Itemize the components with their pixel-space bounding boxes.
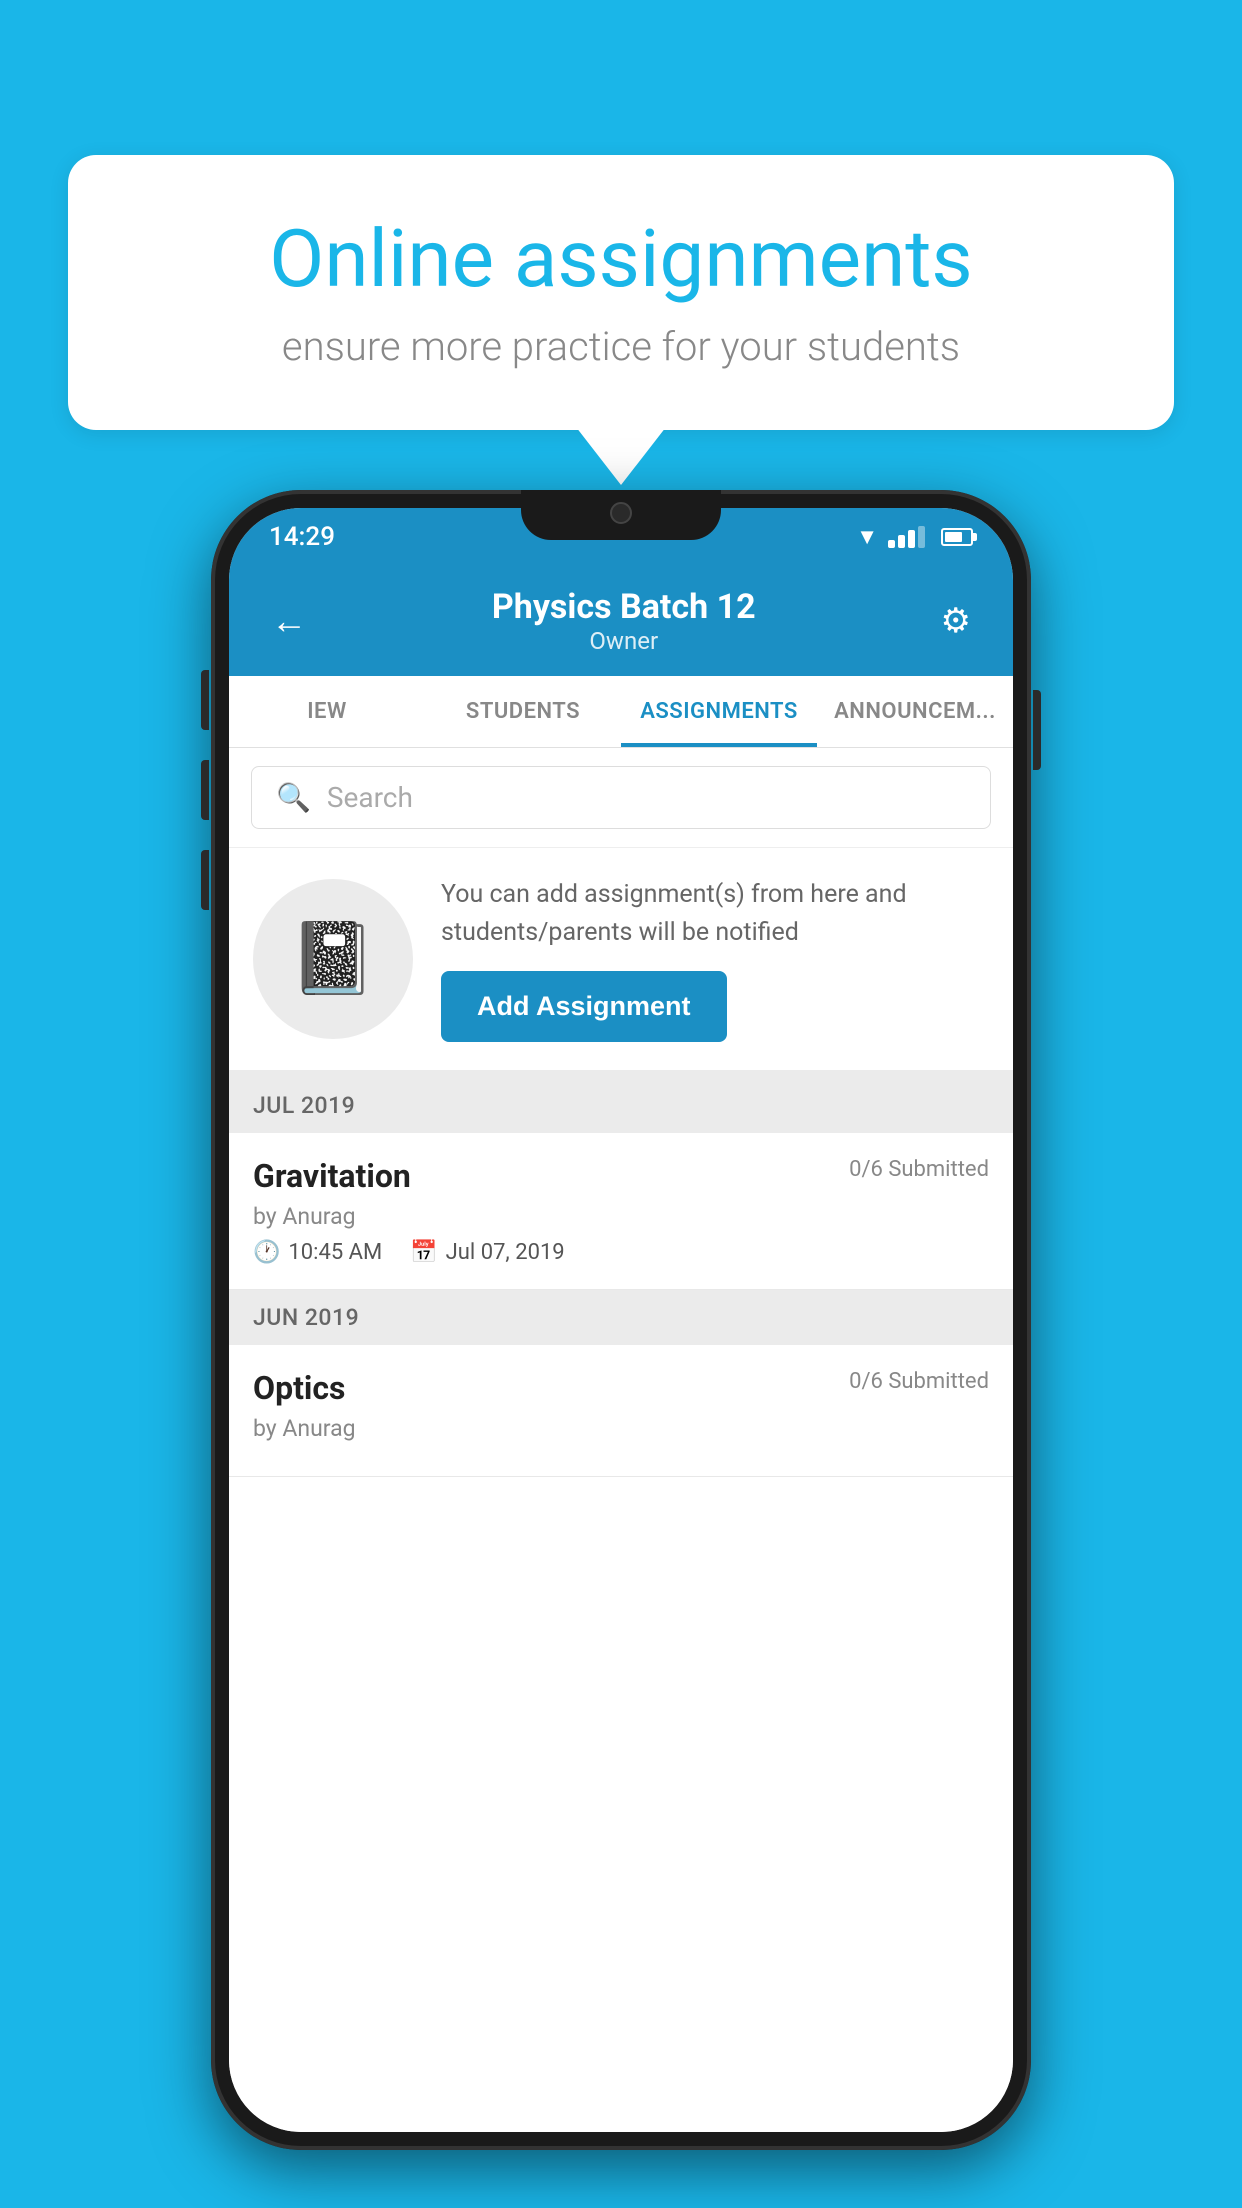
- promo-right: You can add assignment(s) from here and …: [441, 876, 989, 1042]
- search-bar[interactable]: 🔍 Search: [251, 766, 991, 829]
- assignment-name: Gravitation: [253, 1157, 411, 1195]
- signal-icon: [888, 526, 925, 548]
- power-button: [1033, 690, 1041, 770]
- header-subtitle: Owner: [317, 627, 931, 655]
- signal-bar-4: [918, 526, 925, 548]
- tab-students[interactable]: STUDENTS: [425, 676, 621, 747]
- promo-icon-circle: 📓: [253, 879, 413, 1039]
- settings-button[interactable]: ⚙: [931, 591, 981, 651]
- tabs-bar: IEW STUDENTS ASSIGNMENTS ANNOUNCEM...: [229, 676, 1013, 748]
- speech-bubble-container: Online assignments ensure more practice …: [68, 155, 1174, 430]
- assignment-submitted-optics: 0/6 Submitted: [849, 1369, 989, 1394]
- volume-up-button: [201, 670, 209, 730]
- phone-outer: 14:29 ▼: [211, 490, 1031, 2150]
- status-time: 14:29: [269, 522, 335, 552]
- app-header: ← Physics Batch 12 Owner ⚙: [229, 566, 1013, 676]
- speech-bubble-subtitle: ensure more practice for your students: [138, 323, 1104, 370]
- assignment-top: Gravitation 0/6 Submitted: [253, 1157, 989, 1195]
- status-icons: ▼: [856, 524, 973, 550]
- assignment-item-optics[interactable]: Optics 0/6 Submitted by Anurag: [229, 1345, 1013, 1477]
- tab-iew[interactable]: IEW: [229, 676, 425, 747]
- signal-bar-2: [898, 535, 905, 548]
- battery-fill: [945, 532, 962, 542]
- speech-bubble-title: Online assignments: [138, 215, 1104, 303]
- silent-button: [201, 850, 209, 910]
- back-button[interactable]: ←: [261, 590, 317, 652]
- assignment-submitted: 0/6 Submitted: [849, 1157, 989, 1182]
- search-container: 🔍 Search: [229, 748, 1013, 847]
- wifi-icon: ▼: [856, 524, 878, 550]
- header-center: Physics Batch 12 Owner: [317, 587, 931, 655]
- promo-text: You can add assignment(s) from here and …: [441, 876, 989, 951]
- battery-icon: [941, 528, 973, 546]
- assignment-top-optics: Optics 0/6 Submitted: [253, 1369, 989, 1407]
- signal-bar-3: [908, 530, 915, 548]
- speech-bubble: Online assignments ensure more practice …: [68, 155, 1174, 430]
- assignment-time: 🕐 10:45 AM: [253, 1240, 382, 1265]
- clock-icon: 🕐: [253, 1240, 280, 1265]
- tab-announcements[interactable]: ANNOUNCEM...: [817, 676, 1013, 747]
- assignment-author: by Anurag: [253, 1203, 989, 1230]
- assignment-meta: 🕐 10:45 AM 📅 Jul 07, 2019: [253, 1240, 989, 1265]
- assignment-author-optics: by Anurag: [253, 1415, 989, 1442]
- add-assignment-button[interactable]: Add Assignment: [441, 971, 727, 1042]
- phone-screen: 14:29 ▼: [229, 508, 1013, 2132]
- content-area: 🔍 Search 📓 You can add assignment(s) fro…: [229, 748, 1013, 2132]
- volume-down-button: [201, 760, 209, 820]
- section-header-jul: JUL 2019: [229, 1078, 1013, 1133]
- screen-content: 14:29 ▼: [229, 508, 1013, 2132]
- section-header-jun: JUN 2019: [229, 1290, 1013, 1345]
- assignment-date: 📅 Jul 07, 2019: [410, 1240, 564, 1265]
- search-icon: 🔍: [276, 781, 311, 814]
- notebook-icon: 📓: [289, 918, 376, 1000]
- search-placeholder: Search: [327, 781, 413, 814]
- assignment-item-gravitation[interactable]: Gravitation 0/6 Submitted by Anurag 🕐 10…: [229, 1133, 1013, 1290]
- signal-bar-1: [888, 540, 895, 548]
- add-assignment-promo: 📓 You can add assignment(s) from here an…: [229, 847, 1013, 1078]
- phone-device: 14:29 ▼: [211, 490, 1031, 2150]
- calendar-icon: 📅: [410, 1240, 437, 1265]
- header-title: Physics Batch 12: [317, 587, 931, 627]
- assignment-name-optics: Optics: [253, 1369, 345, 1407]
- front-camera: [610, 502, 632, 524]
- tab-assignments[interactable]: ASSIGNMENTS: [621, 676, 817, 747]
- phone-notch: [521, 490, 721, 540]
